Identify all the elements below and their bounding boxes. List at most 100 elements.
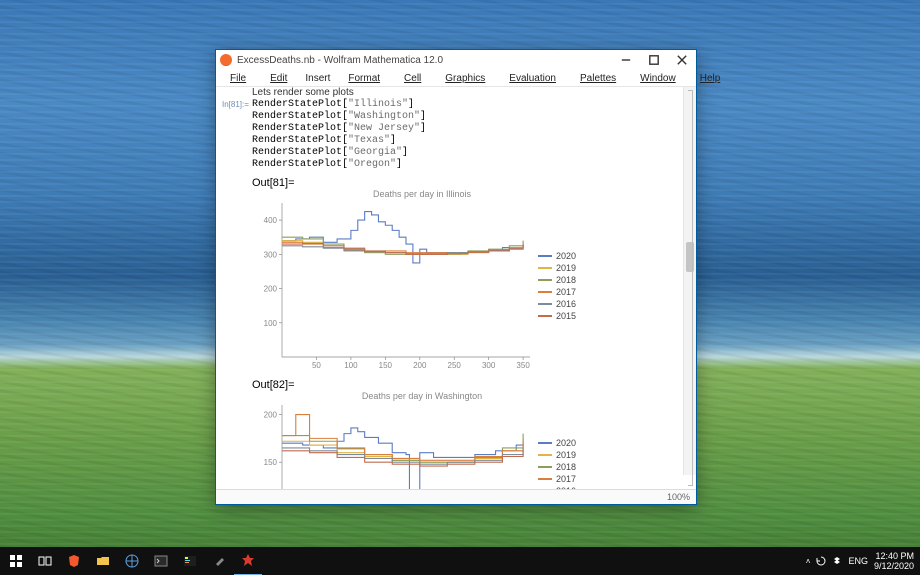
sync-icon[interactable] — [816, 556, 826, 566]
legend-swatch — [538, 442, 552, 444]
code-icon — [183, 554, 197, 568]
code-line[interactable]: RenderStatePlot["Texas"] — [252, 135, 682, 147]
maximize-button[interactable] — [640, 50, 668, 70]
minimize-button[interactable] — [612, 50, 640, 70]
svg-text:400: 400 — [264, 216, 278, 225]
wrench-icon — [212, 554, 226, 568]
taskbar-clock[interactable]: 12:40 PM 9/12/2020 — [874, 551, 914, 571]
code-line[interactable]: RenderStatePlot["Oregon"] — [252, 159, 682, 171]
taskbar-app-browser[interactable] — [118, 547, 146, 575]
legend-entry: 2019 — [538, 263, 576, 273]
code-line[interactable]: RenderStatePlot["New Jersey"] — [252, 123, 682, 135]
svg-text:100: 100 — [344, 361, 358, 370]
legend-label: 2017 — [556, 474, 576, 484]
legend-entry: 2016 — [538, 486, 576, 489]
plot-output: Out[82]=Deaths per day in Washington1001… — [252, 379, 592, 489]
dropbox-icon[interactable] — [832, 556, 842, 566]
svg-text:150: 150 — [264, 458, 278, 467]
taskbar: ˄ ENG 12:40 PM 9/12/2020 — [0, 547, 920, 575]
menu-format[interactable]: Format — [336, 72, 392, 85]
legend-label: 2016 — [556, 486, 576, 489]
legend-label: 2017 — [556, 287, 576, 297]
menu-graphics[interactable]: Graphics — [433, 72, 497, 85]
legend-entry: 2017 — [538, 474, 576, 484]
legend-swatch — [538, 291, 552, 293]
in-label: In[81]:= — [222, 99, 249, 111]
legend-label: 2019 — [556, 450, 576, 460]
taskbar-app-terminal[interactable] — [147, 547, 175, 575]
menu-help[interactable]: Help — [688, 72, 733, 85]
svg-text:300: 300 — [482, 361, 496, 370]
legend-entry: 2020 — [538, 251, 576, 261]
plot-canvas: 10015020050100150200250300350 — [252, 403, 532, 489]
menu-insert[interactable]: Insert — [299, 72, 336, 85]
legend-label: 2018 — [556, 275, 576, 285]
code-line[interactable]: RenderStatePlot["Georgia"] — [252, 147, 682, 159]
legend-swatch — [538, 303, 552, 305]
zoom-level[interactable]: 100% — [667, 492, 690, 502]
mathematica-window: ExcessDeaths.nb - Wolfram Mathematica 12… — [215, 49, 697, 505]
tray-language[interactable]: ENG — [848, 556, 868, 566]
app-icon — [220, 54, 232, 66]
menu-palettes[interactable]: Palettes — [568, 72, 628, 85]
code-line[interactable]: RenderStatePlot["Washington"] — [252, 111, 682, 123]
legend-swatch — [538, 454, 552, 456]
minimize-icon — [619, 53, 633, 67]
svg-text:200: 200 — [264, 285, 278, 294]
legend-entry: 2018 — [538, 462, 576, 472]
tray-chevron-icon[interactable]: ˄ — [806, 557, 811, 566]
menu-file[interactable]: File — [218, 72, 258, 85]
svg-text:50: 50 — [312, 361, 321, 370]
menu-evaluation[interactable]: Evaluation — [497, 72, 568, 85]
notebook-area[interactable]: Lets render some plots In[81]:=RenderSta… — [216, 87, 696, 489]
window-controls — [612, 50, 696, 70]
svg-text:200: 200 — [413, 361, 427, 370]
menubar: File Edit Insert Format Cell Graphics Ev… — [216, 70, 696, 87]
svg-text:200: 200 — [264, 411, 278, 420]
plot-legend: 202020192018201720162015 — [538, 403, 576, 489]
legend-entry: 2017 — [538, 287, 576, 297]
maximize-icon — [647, 53, 661, 67]
legend-label: 2016 — [556, 299, 576, 309]
legend-label: 2020 — [556, 438, 576, 448]
out-label: Out[82]= — [252, 379, 592, 391]
start-button[interactable] — [2, 547, 30, 575]
svg-text:250: 250 — [448, 361, 462, 370]
legend-entry: 2020 — [538, 438, 576, 448]
terminal-icon — [154, 554, 168, 568]
menu-cell[interactable]: Cell — [392, 72, 433, 85]
close-button[interactable] — [668, 50, 696, 70]
titlebar[interactable]: ExcessDeaths.nb - Wolfram Mathematica 12… — [216, 50, 696, 70]
legend-swatch — [538, 466, 552, 468]
menu-window[interactable]: Window — [628, 72, 688, 85]
taskbar-app-dev[interactable] — [205, 547, 233, 575]
taskbar-app-mathematica[interactable] — [234, 546, 262, 575]
taskview-button[interactable] — [31, 547, 59, 575]
window-title: ExcessDeaths.nb - Wolfram Mathematica 12… — [237, 55, 612, 66]
spikey-icon — [241, 553, 255, 567]
windows-icon — [9, 554, 23, 568]
svg-text:300: 300 — [264, 250, 278, 259]
legend-label: 2015 — [556, 311, 576, 321]
tray-icons — [816, 556, 842, 566]
cell-comment[interactable]: Lets render some plots — [252, 87, 682, 98]
legend-entry: 2018 — [538, 275, 576, 285]
out-label: Out[81]= — [252, 177, 592, 189]
cell-bracket[interactable] — [688, 90, 693, 486]
taskbar-app-brave[interactable] — [60, 547, 88, 575]
legend-swatch — [538, 255, 552, 257]
legend-swatch — [538, 279, 552, 281]
folder-icon — [96, 554, 110, 568]
legend-swatch — [538, 267, 552, 269]
taskbar-date: 9/12/2020 — [874, 561, 914, 571]
legend-entry: 2019 — [538, 450, 576, 460]
close-icon — [675, 53, 689, 67]
svg-text:100: 100 — [264, 319, 278, 328]
menu-edit[interactable]: Edit — [258, 72, 299, 85]
taskbar-app-editor[interactable] — [176, 547, 204, 575]
taskbar-app-explorer[interactable] — [89, 547, 117, 575]
code-line[interactable]: In[81]:=RenderStatePlot["Illinois"] — [252, 99, 682, 111]
legend-swatch — [538, 315, 552, 317]
plot-legend: 2020 2019 2018 2017 2016 2015 — [538, 201, 576, 371]
plot-title: Deaths per day in Washington — [252, 391, 592, 401]
